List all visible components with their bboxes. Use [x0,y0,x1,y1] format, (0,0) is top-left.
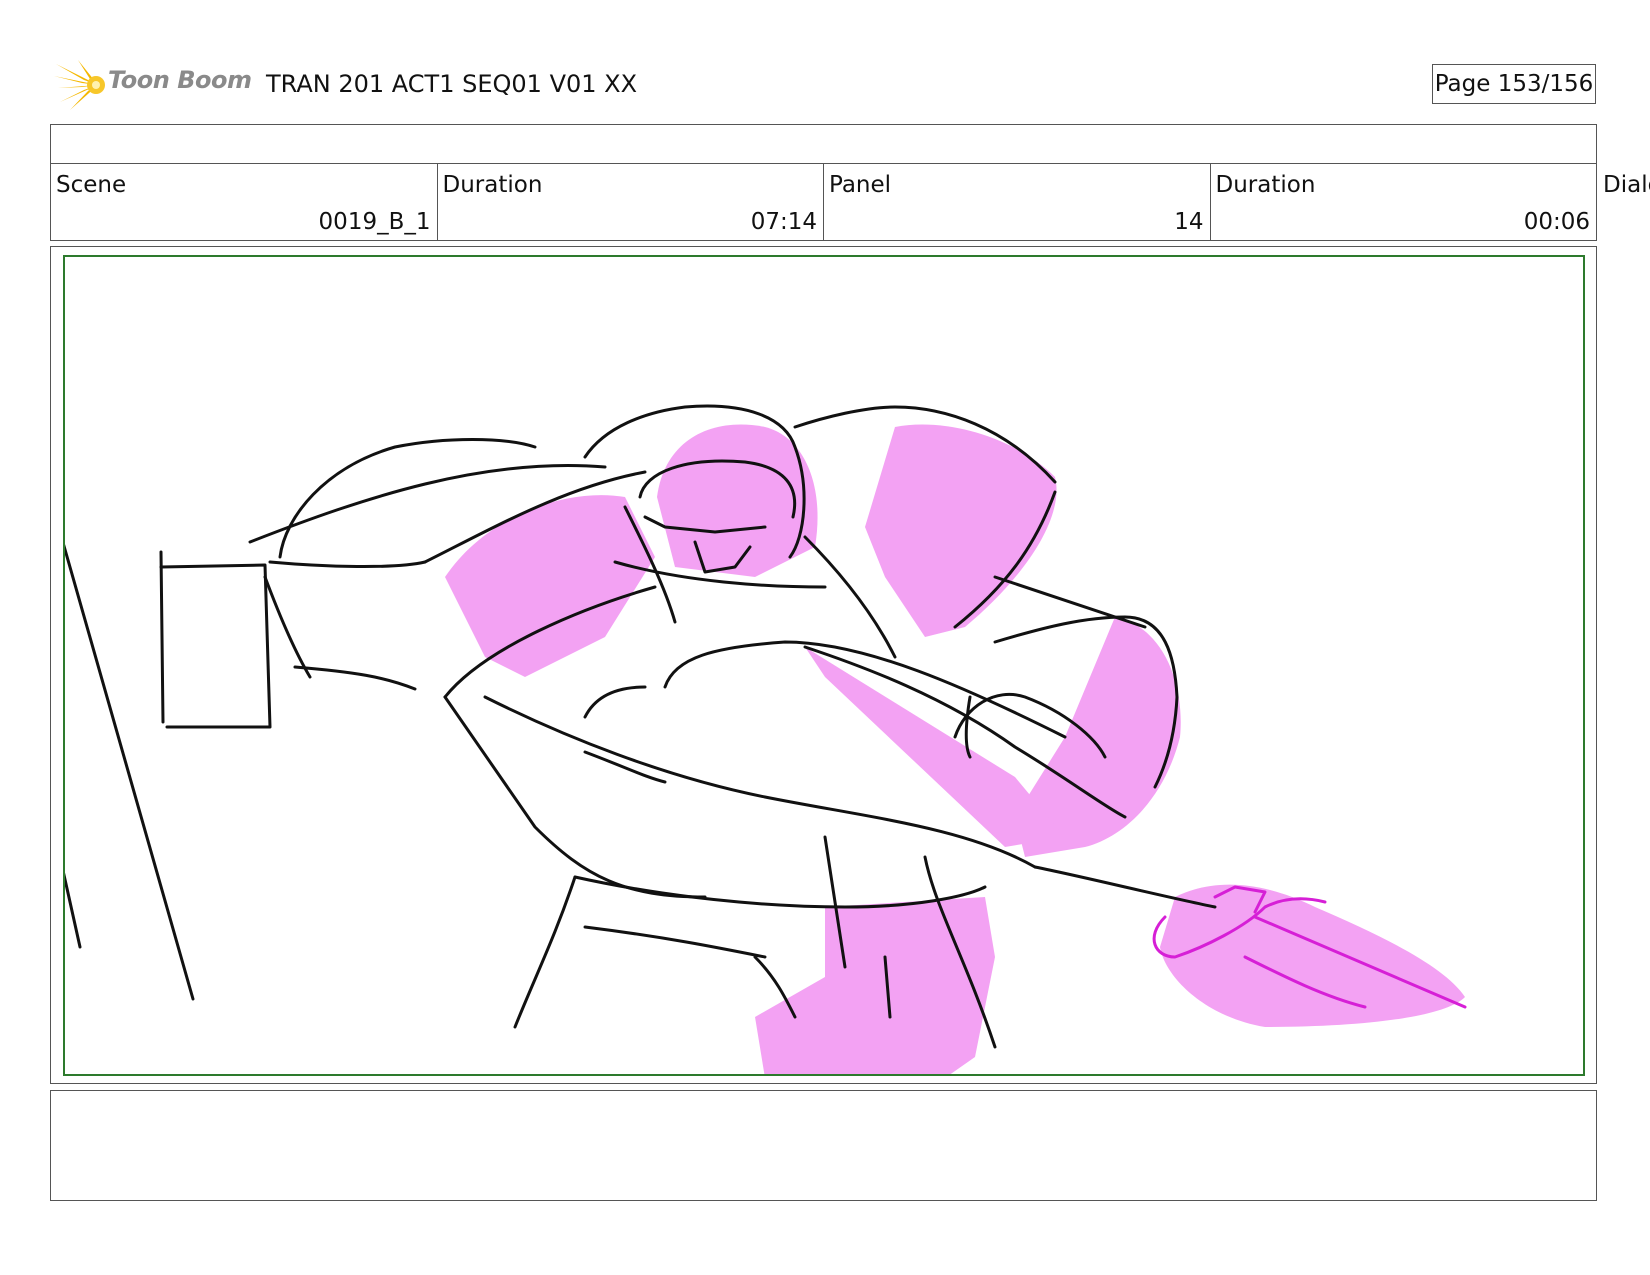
panel-duration-value: 00:06 [1523,209,1590,235]
page-number: Page 153/156 [1432,64,1596,104]
scene-info-row: Scene 0019_B_1 Duration 07:14 Panel 14 D… [50,163,1597,241]
scene-cell: Scene 0019_B_1 [51,163,438,240]
pink-color-fill [445,424,1465,1074]
storyboard-sketch [65,404,1467,1074]
starburst-icon [54,60,105,110]
header-strip [50,124,1597,164]
scene-duration-cell: Duration 07:14 [438,163,824,240]
panel-value: 14 [1174,209,1204,235]
scene-duration-label: Duration [442,172,543,198]
panel-cell: Panel 14 [824,163,1211,240]
panel-label: Panel [829,172,892,198]
panel-duration-label: Duration [1215,172,1316,198]
document-title: TRAN 201 ACT1 SEQ01 V01 XX [266,70,638,98]
notes-box [50,1090,1597,1201]
panel-image-area [63,255,1585,1076]
storyboard-panel [50,246,1597,1084]
toon-boom-logo: Toon Boom [54,58,254,112]
scene-duration-value: 07:14 [750,209,817,235]
panel-duration-cell: Duration 00:06 [1211,163,1597,240]
scene-label: Scene [56,172,127,198]
scene-value: 0019_B_1 [318,209,431,235]
logo-text: Toon Boom [108,66,252,94]
dialog-label: Dialo [1603,172,1650,198]
